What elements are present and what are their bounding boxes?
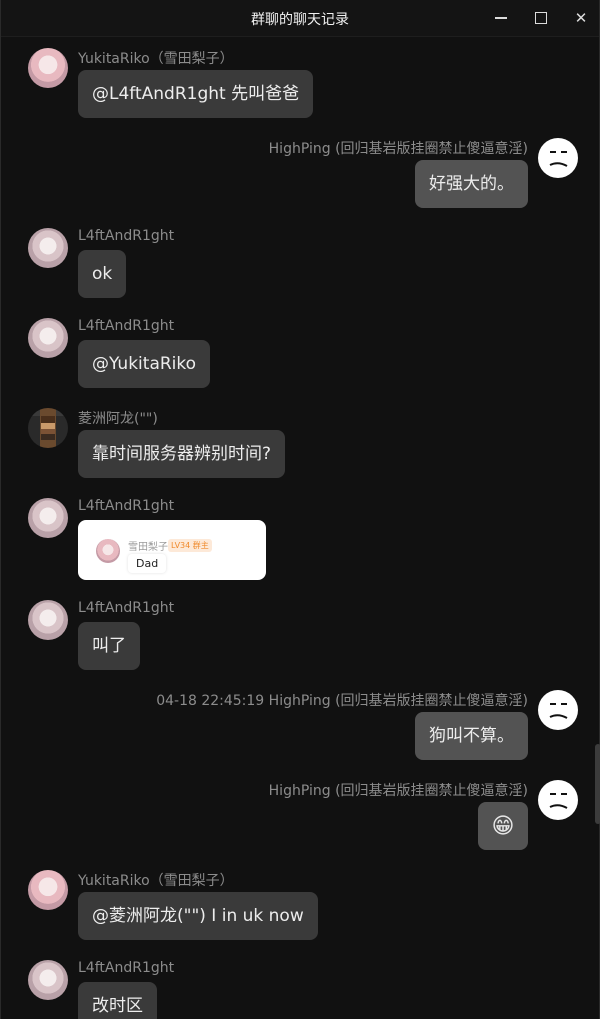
avatar[interactable] (28, 600, 68, 640)
avatar[interactable] (28, 318, 68, 358)
maximize-button[interactable] (529, 6, 553, 30)
message-bubble[interactable]: 叫了 (78, 622, 140, 670)
avatar (96, 539, 120, 563)
avatar[interactable] (538, 690, 578, 730)
quoted-message-card[interactable]: 雪田梨子 LV34 群主 Dad (78, 520, 266, 580)
grin-emoji-icon: 😁 (491, 813, 515, 839)
avatar[interactable] (28, 960, 68, 1000)
chat-history-window: 群聊的聊天记录 ✕ YukitaRiko（雪田梨子） @L4ftAndR1ght… (0, 0, 600, 1019)
message-bubble[interactable]: 好强大的。 (415, 160, 528, 208)
message-bubble[interactable]: @YukitaRiko (78, 340, 211, 388)
quoted-message-text: Dad (128, 554, 167, 573)
scrollbar-thumb[interactable] (595, 744, 600, 824)
minimize-button[interactable] (489, 6, 513, 30)
level-badge: LV34 群主 (168, 539, 212, 552)
avatar[interactable] (28, 498, 68, 538)
message-bubble[interactable]: @菱洲阿龙("") I in uk now (78, 892, 318, 940)
sender-name: YukitaRiko（雪田梨子） (78, 51, 234, 67)
meh-face-icon (539, 781, 577, 819)
sender-name: L4ftAndR1ght (78, 600, 175, 616)
message-list[interactable]: YukitaRiko（雪田梨子） @L4ftAndR1ght 先叫爸爸 High… (1, 36, 600, 1019)
meh-face-icon (539, 691, 577, 729)
pixel-character-icon (41, 416, 55, 440)
emoji-message-bubble[interactable]: 😁 (478, 802, 528, 850)
sender-name: HighPing (回归基岩版挂圈禁止傻逼意淫) (268, 783, 528, 799)
avatar[interactable] (28, 48, 68, 88)
message-bubble[interactable]: 狗叫不算。 (415, 712, 528, 760)
minimize-icon (495, 17, 507, 19)
avatar[interactable] (538, 138, 578, 178)
message-bubble[interactable]: 改时区 (78, 982, 157, 1019)
sender-name: L4ftAndR1ght (78, 960, 175, 976)
message-bubble[interactable]: 靠时间服务器辨别时间? (78, 430, 286, 478)
title-bar[interactable]: 群聊的聊天记录 ✕ (1, 0, 599, 37)
avatar[interactable] (28, 228, 68, 268)
sender-name: 04-18 22:45:19 HighPing (回归基岩版挂圈禁止傻逼意淫) (156, 693, 528, 709)
sender-name: L4ftAndR1ght (78, 228, 175, 244)
quoted-sender-name: 雪田梨子 (128, 542, 168, 553)
message-bubble[interactable]: @L4ftAndR1ght 先叫爸爸 (78, 70, 314, 118)
avatar[interactable] (28, 408, 68, 448)
sender-name: L4ftAndR1ght (78, 318, 175, 334)
avatar[interactable] (28, 870, 68, 910)
close-button[interactable]: ✕ (569, 6, 593, 30)
avatar[interactable] (538, 780, 578, 820)
sender-name: 菱洲阿龙("") (78, 411, 158, 427)
maximize-icon (535, 12, 547, 24)
sender-name: HighPing (回归基岩版挂圈禁止傻逼意淫) (268, 141, 528, 157)
message-bubble[interactable]: ok (78, 250, 127, 298)
meh-face-icon (539, 139, 577, 177)
sender-name: L4ftAndR1ght (78, 498, 175, 514)
close-icon: ✕ (574, 9, 588, 27)
sender-name: YukitaRiko（雪田梨子） (78, 873, 234, 889)
